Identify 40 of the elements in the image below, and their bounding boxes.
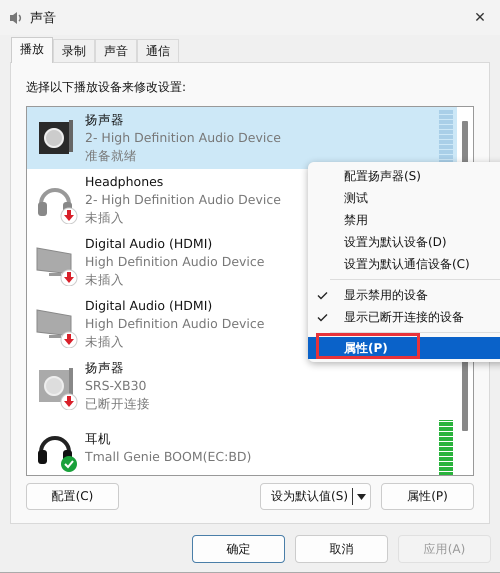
device-name: 耳机 xyxy=(85,430,111,448)
split-button[interactable]: 设为默认值(S) xyxy=(260,483,371,510)
device-row[interactable]: 耳机 Tmall Genie BOOM(EC:BD) xyxy=(27,417,457,475)
device-status: 未插入 xyxy=(85,209,124,227)
button[interactable]: 配置(C) xyxy=(26,483,119,510)
menu-item[interactable]: 显示已断开连接的设备 xyxy=(308,306,500,328)
device-status: 未插入 xyxy=(85,333,124,351)
tab[interactable]: 声音 xyxy=(95,39,137,62)
device-name: Digital Audio (HDMI) xyxy=(85,235,212,253)
button[interactable]: 确定 xyxy=(192,535,285,563)
device-description: Tmall Genie BOOM(EC:BD) xyxy=(85,448,252,466)
device-name: 扬声器 xyxy=(85,111,124,129)
close-button[interactable]: ✕ xyxy=(460,10,500,26)
tab[interactable]: 录制 xyxy=(53,39,95,62)
device-description: High Definition Audio Device xyxy=(85,315,264,333)
device-description: SRS-XB30 xyxy=(85,377,146,395)
device-status: 未插入 xyxy=(85,271,124,289)
menu-item[interactable]: 显示禁用的设备 xyxy=(308,284,500,306)
device-row[interactable]: 扬声器 2- High Definition Audio Device 准备就绪 xyxy=(27,107,457,169)
level-meter xyxy=(439,420,453,475)
button[interactable]: 取消 xyxy=(295,535,388,563)
button[interactable]: 属性(P) xyxy=(381,483,474,510)
tab[interactable]: 播放 xyxy=(11,37,53,63)
speaker-icon xyxy=(8,10,24,26)
device-description: 2- High Definition Audio Device xyxy=(85,191,281,209)
device-name: Digital Audio (HDMI) xyxy=(85,297,212,315)
device-status: 准备就绪 xyxy=(85,147,137,165)
device-name: 扬声器 xyxy=(85,359,124,377)
menu-item[interactable]: 测试 xyxy=(308,187,500,209)
menu-item[interactable]: 设置为默认通信设备(C) xyxy=(308,253,500,275)
menu-item[interactable]: 禁用 xyxy=(308,209,500,231)
window-title: 声音 xyxy=(30,10,57,26)
device-name: Headphones xyxy=(85,173,164,191)
device-description: 2- High Definition Audio Device xyxy=(85,129,281,147)
caret-icon xyxy=(357,494,366,500)
menu-item[interactable]: 设置为默认设备(D) xyxy=(308,231,500,253)
tab[interactable]: 通信 xyxy=(137,39,179,62)
device-status: 已断开连接 xyxy=(85,395,150,413)
device-description: High Definition Audio Device xyxy=(85,253,264,271)
instruction-text: 选择以下播放设备来修改设置: xyxy=(26,79,188,95)
